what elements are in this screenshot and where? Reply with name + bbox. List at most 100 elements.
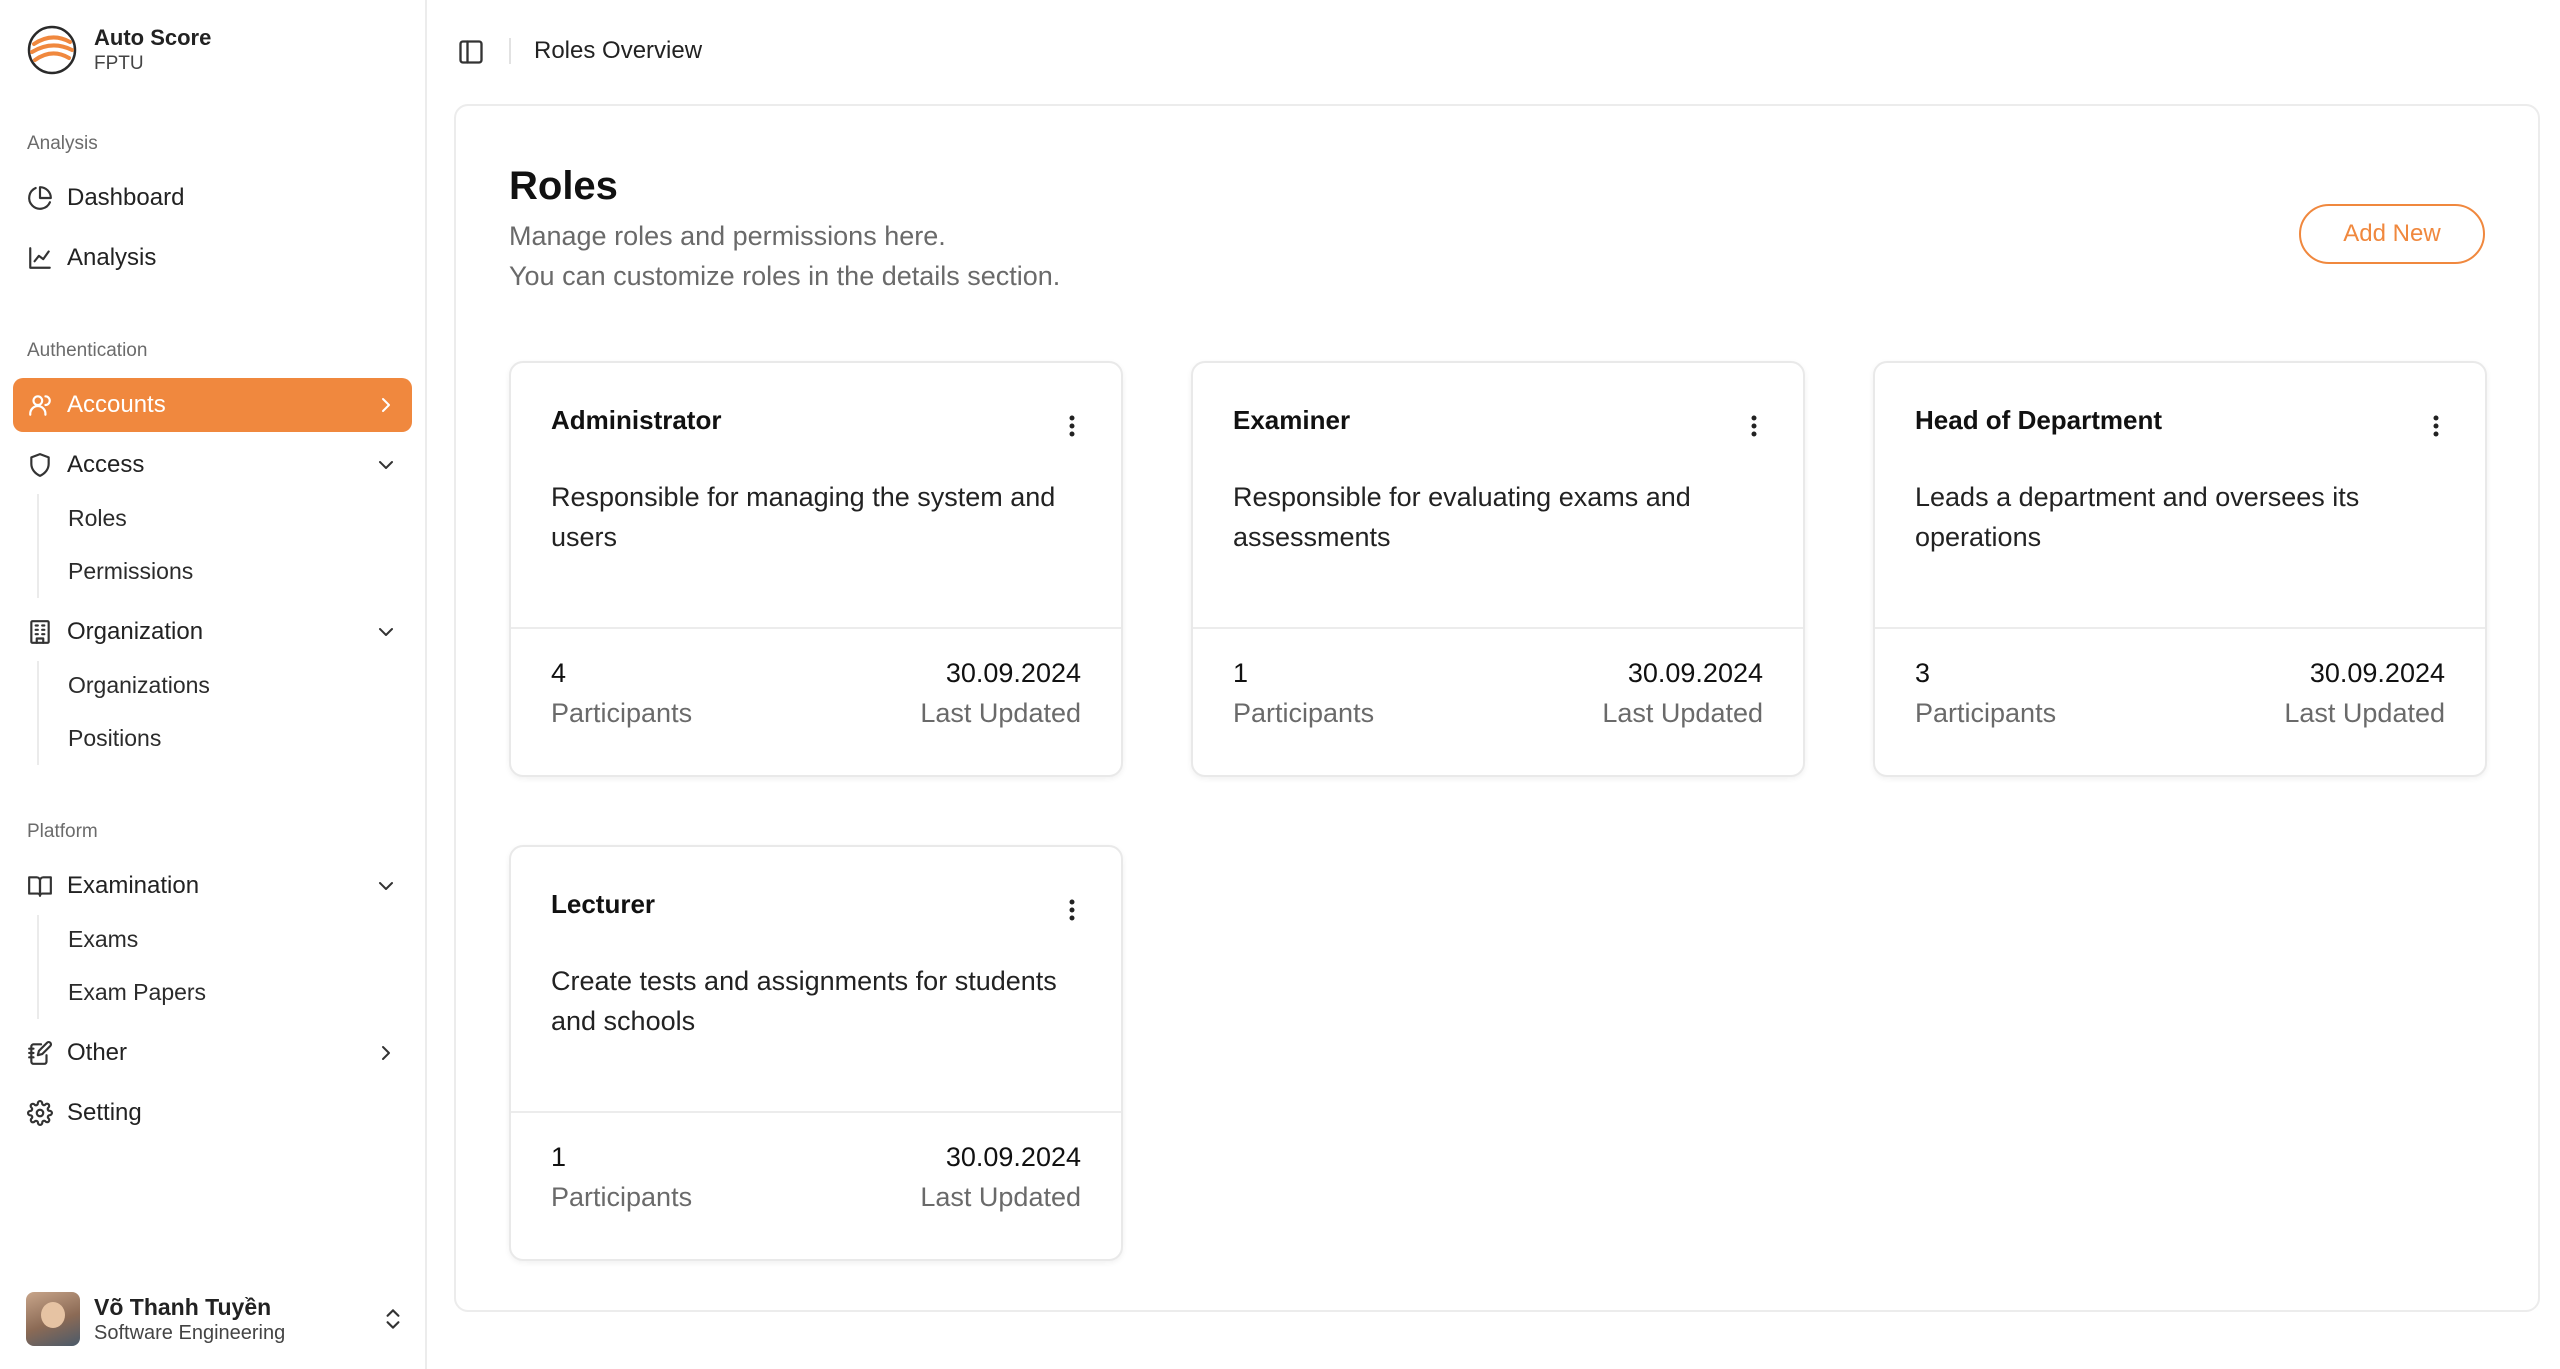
updated-stat: 30.09.2024 Last Updated	[1602, 653, 1763, 733]
participants-stat: 1 Participants	[1233, 653, 1374, 733]
group-label-platform: Platform	[27, 821, 98, 842]
more-vertical-icon[interactable]	[1743, 411, 1765, 441]
role-card[interactable]: Administrator Responsible for managing t…	[509, 361, 1123, 777]
sidebar-item-label: Organization	[67, 618, 204, 645]
sidebar-item-label: Access	[67, 451, 145, 478]
role-title: Examiner	[1233, 405, 1351, 435]
chevron-right-icon	[382, 398, 390, 412]
page-description-line: Manage roles and permissions here.	[509, 221, 946, 251]
sidebar-subitem-permissions[interactable]: Permissions	[68, 558, 193, 585]
sidebar-subitem-organizations[interactable]: Organizations	[68, 672, 210, 699]
updated-date: 30.09.2024	[1627, 658, 1763, 688]
sidebar-item-dashboard[interactable]: Dashboard	[13, 171, 412, 225]
chevron-down-icon	[379, 628, 393, 636]
card-divider	[1193, 627, 1803, 629]
shield-icon	[27, 452, 53, 478]
brand-subtitle: FPTU	[94, 53, 144, 74]
line-chart-icon	[27, 245, 53, 271]
card-divider	[511, 1111, 1121, 1113]
chevrons-up-down-icon[interactable]	[380, 1306, 406, 1332]
sidebar-subitem-exams[interactable]: Exams	[68, 926, 138, 953]
notebook-pen-icon	[27, 1040, 53, 1066]
more-vertical-icon[interactable]	[2425, 411, 2447, 441]
sidebar-item-label: Examination	[67, 872, 200, 899]
participants-count: 1	[551, 1142, 567, 1172]
avatar	[26, 1292, 80, 1346]
gear-icon	[27, 1100, 53, 1126]
breadcrumb: Roles Overview	[534, 37, 703, 64]
sidebar-item-access[interactable]: Access	[13, 438, 412, 492]
user-name: Võ Thanh Tuyền	[94, 1293, 272, 1320]
main-content: Roles Overview Roles Manage roles and pe…	[427, 0, 2560, 1369]
sidebar-item-examination[interactable]: Examination	[13, 859, 412, 913]
sidebar: Auto Score FPTU Analysis Dashboard Analy…	[0, 0, 427, 1369]
chevron-down-icon	[379, 461, 393, 469]
participants-stat: 3 Participants	[1915, 653, 2056, 733]
role-description: Create tests and assignments for student…	[551, 966, 1057, 1036]
brand-text: Auto Score FPTU	[94, 24, 211, 76]
updated-label: Last Updated	[920, 1182, 1081, 1212]
role-title: Administrator	[551, 405, 722, 435]
sidebar-item-label: Setting	[67, 1099, 142, 1126]
sidebar-item-organization[interactable]: Organization	[13, 605, 412, 659]
brand-name: Auto Score	[94, 25, 212, 50]
sidebar-item-label: Analysis	[67, 244, 157, 271]
sidebar-item-label: Dashboard	[67, 184, 185, 211]
user-role: Software Engineering	[94, 1321, 286, 1344]
role-card[interactable]: Head of Department Leads a department an…	[1873, 361, 2487, 777]
submenu-line	[37, 661, 39, 765]
group-label-authentication: Authentication	[27, 340, 148, 361]
group-label-analysis: Analysis	[27, 133, 98, 154]
user-info: Võ Thanh Tuyền Software Engineering	[94, 1293, 285, 1346]
role-card[interactable]: Examiner Responsible for evaluating exam…	[1191, 361, 1805, 777]
submenu-line	[37, 915, 39, 1019]
sidebar-item-label: Other	[67, 1039, 128, 1066]
submenu-line	[37, 494, 39, 598]
participants-label: Participants	[551, 1182, 693, 1212]
participants-label: Participants	[1915, 698, 2057, 728]
pie-chart-icon	[27, 185, 53, 211]
updated-date: 30.09.2024	[945, 658, 1081, 688]
chevron-right-icon	[382, 1046, 390, 1060]
updated-stat: 30.09.2024 Last Updated	[2284, 653, 2445, 733]
sidebar-subitem-positions[interactable]: Positions	[68, 725, 161, 752]
sidebar-item-accounts[interactable]: Accounts	[13, 378, 412, 432]
page-description-line: You can customize roles in the details s…	[509, 261, 1061, 291]
sidebar-item-label: Accounts	[67, 391, 166, 418]
brand[interactable]: Auto Score FPTU	[26, 24, 211, 76]
page-title: Roles	[509, 164, 618, 208]
updated-label: Last Updated	[2284, 698, 2445, 728]
participants-label: Participants	[1233, 698, 1375, 728]
sidebar-subitem-roles[interactable]: Roles	[68, 505, 127, 532]
updated-label: Last Updated	[920, 698, 1081, 728]
roles-panel: Roles Manage roles and permissions here.…	[454, 104, 2540, 1312]
sidebar-item-setting[interactable]: Setting	[13, 1086, 412, 1140]
sidebar-item-other[interactable]: Other	[13, 1026, 412, 1080]
role-title: Head of Department	[1915, 405, 2163, 435]
page-description: Manage roles and permissions here. You c…	[509, 216, 1060, 296]
sidebar-subitem-exam-papers[interactable]: Exam Papers	[68, 979, 206, 1006]
chevron-down-icon	[379, 882, 393, 890]
role-description: Leads a department and oversees its oper…	[1915, 482, 2360, 552]
sidebar-item-analysis[interactable]: Analysis	[13, 231, 412, 285]
topbar-divider	[509, 38, 511, 64]
role-description: Responsible for evaluating exams and ass…	[1233, 482, 1691, 552]
brand-logo-icon	[27, 25, 77, 75]
more-vertical-icon[interactable]	[1061, 411, 1083, 441]
add-new-button[interactable]: Add New	[2299, 204, 2485, 264]
role-card[interactable]: Lecturer Create tests and assignments fo…	[509, 845, 1123, 1261]
role-description: Responsible for managing the system and …	[551, 482, 1056, 552]
user-icon	[27, 392, 53, 418]
role-title: Lecturer	[551, 889, 656, 919]
more-vertical-icon[interactable]	[1061, 895, 1083, 925]
building-icon	[27, 619, 53, 645]
book-open-icon	[27, 873, 53, 899]
updated-date: 30.09.2024	[2309, 658, 2445, 688]
updated-stat: 30.09.2024 Last Updated	[920, 1137, 1081, 1217]
card-divider	[511, 627, 1121, 629]
sidebar-toggle-icon[interactable]	[457, 38, 485, 66]
user-menu[interactable]: Võ Thanh Tuyền Software Engineering	[26, 1292, 406, 1346]
updated-stat: 30.09.2024 Last Updated	[920, 653, 1081, 733]
participants-count: 4	[551, 658, 567, 688]
updated-date: 30.09.2024	[945, 1142, 1081, 1172]
